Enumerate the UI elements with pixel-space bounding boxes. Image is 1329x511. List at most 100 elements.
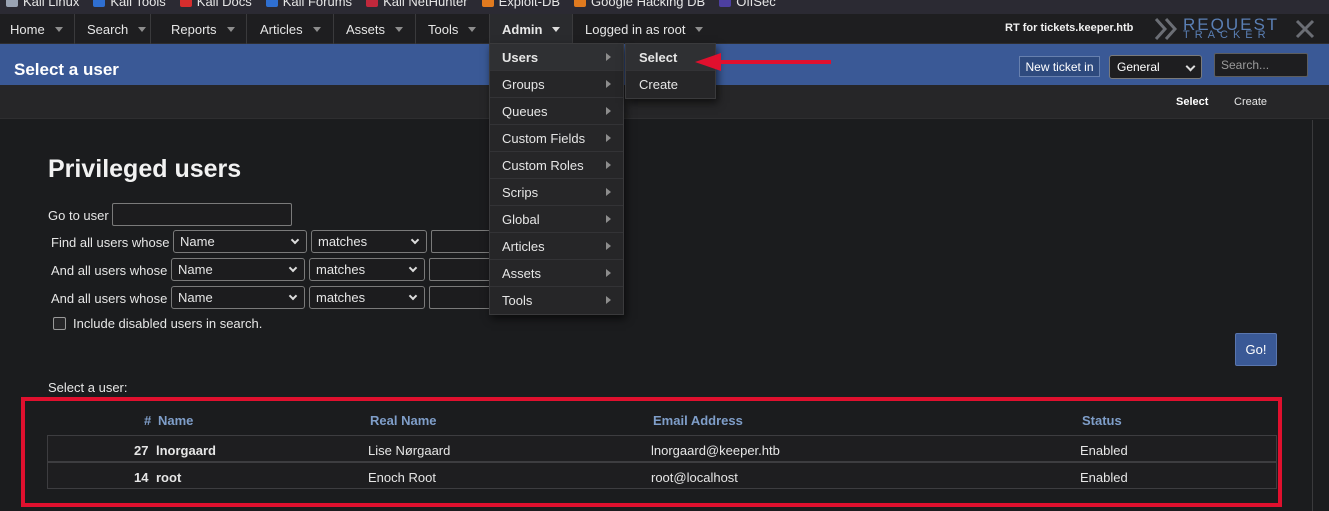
chevron-right-icon xyxy=(606,188,611,196)
header-real-name[interactable]: Real Name xyxy=(370,413,436,428)
search-input[interactable]: Search... xyxy=(1214,53,1308,77)
chevron-down-icon xyxy=(288,263,298,273)
request-tracker-logo[interactable]: REQUEST TRACKER xyxy=(1154,15,1315,42)
and-users-label-2: And all users whose xyxy=(51,263,168,278)
caret-down-icon xyxy=(552,26,561,32)
field-select-1[interactable]: Name xyxy=(173,230,307,253)
value-input-3[interactable] xyxy=(429,286,491,309)
include-disabled-checkbox[interactable] xyxy=(53,317,66,330)
nav-reports[interactable]: Reports xyxy=(161,14,247,44)
operator-select-2[interactable]: matches xyxy=(309,258,425,281)
header-status[interactable]: Status xyxy=(1082,413,1122,428)
page-title: Select a user xyxy=(14,60,119,79)
exploitdb-icon xyxy=(574,0,587,7)
chevron-right-icon xyxy=(606,269,611,277)
tab-select[interactable]: Select xyxy=(1176,96,1208,108)
menu-item-groups[interactable]: Groups xyxy=(490,71,623,98)
kali-icon xyxy=(6,0,18,7)
user-email: root@localhost xyxy=(651,470,738,485)
operator-select-3[interactable]: matches xyxy=(309,286,425,309)
nav-admin[interactable]: Admin xyxy=(490,14,573,44)
header-email[interactable]: Email Address xyxy=(653,413,743,428)
annotation-arrow-icon xyxy=(695,53,831,71)
admin-dropdown-menu: Users Groups Queues Custom Fields Custom… xyxy=(489,43,624,315)
menu-item-scrips[interactable]: Scrips xyxy=(490,179,623,206)
bookmarks-bar: Kali Linux Kali Tools Kali Docs Kali For… xyxy=(0,0,1329,14)
docs-icon xyxy=(179,0,192,7)
caret-down-icon xyxy=(395,26,404,32)
chevron-down-icon xyxy=(408,263,418,273)
field-select-2[interactable]: Name xyxy=(171,258,305,281)
chevron-down-icon xyxy=(1185,61,1196,72)
caret-down-icon xyxy=(695,26,704,32)
main-content: Privileged users Go to user Find all use… xyxy=(0,120,1313,511)
bookmark-exploit-db[interactable]: Exploit-DB xyxy=(476,0,568,9)
menu-item-custom-fields[interactable]: Custom Fields xyxy=(490,125,623,152)
menu-item-custom-roles[interactable]: Custom Roles xyxy=(490,152,623,179)
table-row[interactable]: 27 lnorgaard Lise Nørgaard lnorgaard@kee… xyxy=(47,435,1277,462)
header-name[interactable]: Name xyxy=(158,413,193,428)
table-row[interactable]: 14 root Enoch Root root@localhost Enable… xyxy=(47,462,1277,489)
offsec-icon xyxy=(719,0,732,7)
kali-icon xyxy=(93,0,106,7)
menu-item-tools[interactable]: Tools xyxy=(490,287,623,314)
chevron-right-icon xyxy=(606,107,611,115)
goto-user-label: Go to user xyxy=(48,208,109,223)
rt-page: Kali Linux Kali Tools Kali Docs Kali For… xyxy=(0,0,1329,511)
nav-assets[interactable]: Assets xyxy=(336,14,416,44)
user-name-link[interactable]: lnorgaard xyxy=(156,443,216,458)
value-input-2[interactable] xyxy=(429,258,491,281)
user-name-link[interactable]: root xyxy=(156,470,181,485)
user-id: 14 xyxy=(134,470,149,485)
menu-item-articles[interactable]: Articles xyxy=(490,233,623,260)
include-disabled-label: Include disabled users in search. xyxy=(73,316,263,331)
chevron-down-icon xyxy=(290,235,300,245)
chevron-right-icon xyxy=(606,242,611,250)
chevron-right-icon xyxy=(606,296,611,304)
bookmark-offsec[interactable]: OffSec xyxy=(713,0,784,9)
section-heading: Privileged users xyxy=(48,155,242,183)
caret-down-icon xyxy=(138,26,147,32)
queue-select[interactable]: General xyxy=(1109,55,1202,79)
caret-down-icon xyxy=(312,26,321,32)
menu-item-users[interactable]: Users xyxy=(490,44,623,71)
chevron-right-icon xyxy=(606,161,611,169)
go-button[interactable]: Go! xyxy=(1235,333,1277,366)
chevrons-icon xyxy=(1154,17,1178,41)
nav-articles[interactable]: Articles xyxy=(250,14,334,44)
new-ticket-button[interactable]: New ticket in xyxy=(1019,56,1100,77)
menu-item-queues[interactable]: Queues xyxy=(490,98,623,125)
bookmark-kali-linux[interactable]: Kali Linux xyxy=(0,0,87,9)
scrollbar[interactable] xyxy=(1313,120,1329,511)
select-user-label: Select a user: xyxy=(48,380,128,395)
bookmark-google-hacking-db[interactable]: Google Hacking DB xyxy=(568,0,713,9)
value-input-1[interactable] xyxy=(431,230,491,253)
field-select-3[interactable]: Name xyxy=(171,286,305,309)
operator-select-1[interactable]: matches xyxy=(311,230,427,253)
nav-logged-in[interactable]: Logged in as root xyxy=(575,14,715,44)
bookmark-kali-forums[interactable]: Kali Forums xyxy=(260,0,360,9)
nav-search[interactable]: Search xyxy=(77,14,151,44)
user-real-name: Lise Nørgaard xyxy=(368,443,451,458)
goto-user-input[interactable] xyxy=(112,203,292,226)
user-email: lnorgaard@keeper.htb xyxy=(651,443,780,458)
tab-create[interactable]: Create xyxy=(1234,96,1267,108)
menu-item-global[interactable]: Global xyxy=(490,206,623,233)
kali-icon xyxy=(265,0,278,7)
nav-home[interactable]: Home xyxy=(0,14,75,44)
nav-tools[interactable]: Tools xyxy=(418,14,490,44)
user-status: Enabled xyxy=(1080,470,1128,485)
header-number: # xyxy=(144,413,152,428)
find-users-label: Find all users whose xyxy=(51,235,170,250)
bookmark-kali-docs[interactable]: Kali Docs xyxy=(174,0,260,9)
submenu-create[interactable]: Create xyxy=(626,71,715,98)
chevron-down-icon xyxy=(410,235,420,245)
top-nav: Home Search Reports Articles Assets Tool… xyxy=(0,14,1329,44)
caret-down-icon xyxy=(226,26,235,32)
bookmark-kali-nethunter[interactable]: Kali NetHunter xyxy=(360,0,476,9)
menu-item-assets[interactable]: Assets xyxy=(490,260,623,287)
chevron-right-icon xyxy=(606,215,611,223)
and-users-label-3: And all users whose xyxy=(51,291,168,306)
rt-host-label: RT for tickets.keeper.htb xyxy=(1005,22,1134,34)
bookmark-kali-tools[interactable]: Kali Tools xyxy=(87,0,173,9)
